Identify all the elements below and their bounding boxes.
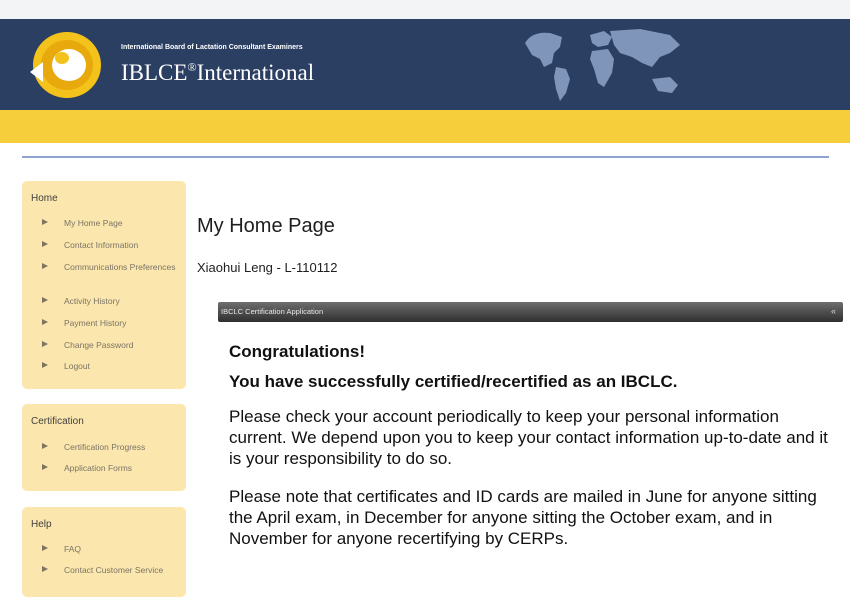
sidebar-item-label: Communications Preferences — [64, 262, 176, 272]
sidebar-item-logout[interactable]: Logout — [42, 360, 182, 372]
triangle-bullet-icon — [42, 362, 48, 368]
sidebar-section-title: Help — [31, 519, 52, 530]
sidebar-item-my-home-page[interactable]: My Home Page — [42, 217, 182, 229]
sidebar-item-label: Contact Information — [64, 240, 139, 250]
triangle-bullet-icon — [42, 341, 48, 347]
sidebar-item-label: Change Password — [64, 340, 134, 350]
triangle-bullet-icon — [42, 443, 48, 449]
sidebar-panel-home: Home My Home Page Contact Information Co… — [22, 181, 186, 389]
user-name-and-id: Xiaohui Leng - L-110112 — [197, 260, 338, 275]
triangle-bullet-icon — [42, 241, 48, 247]
sidebar-item-change-password[interactable]: Change Password — [42, 339, 182, 351]
collapse-icon[interactable]: « — [831, 306, 836, 316]
account-info-paragraph: Please check your account periodically t… — [229, 407, 828, 468]
sidebar-item-contact-customer-service[interactable]: Contact Customer Service — [42, 564, 182, 576]
application-panel-header: IBCLC Certification Application « — [218, 302, 843, 322]
sidebar-item-label: Application Forms — [64, 463, 133, 473]
registered-mark: ® — [187, 60, 197, 74]
sidebar-item-label: Payment History — [64, 318, 127, 328]
accent-band — [0, 110, 850, 143]
brand-title: IBLCE®International — [121, 60, 314, 86]
certification-status-message: You have successfully certified/recertif… — [229, 372, 678, 391]
sidebar-item-certification-progress[interactable]: Certification Progress — [42, 441, 182, 453]
sidebar-item-label: Certification Progress — [64, 442, 146, 452]
sidebar-section-title: Certification — [31, 416, 84, 427]
sidebar-item-label: Contact Customer Service — [64, 565, 164, 575]
site-header: International Board of Lactation Consult… — [0, 19, 850, 110]
organization-name: International Board of Lactation Consult… — [121, 44, 303, 51]
brand-name: IBLCE — [121, 60, 188, 85]
sidebar-item-contact-information[interactable]: Contact Information — [42, 239, 182, 251]
sidebar-item-communications-preferences[interactable]: Communications Preferences — [42, 261, 182, 273]
triangle-bullet-icon — [42, 263, 48, 269]
triangle-bullet-icon — [42, 297, 48, 303]
sidebar-item-label: FAQ — [64, 544, 82, 554]
browser-top-strip — [0, 0, 850, 19]
triangle-bullet-icon — [42, 566, 48, 572]
sidebar-item-application-forms[interactable]: Application Forms — [42, 462, 182, 474]
sidebar-panel-certification: Certification Certification Progress App… — [22, 404, 186, 491]
brand-suffix: International — [196, 60, 315, 85]
mailing-info-paragraph: Please note that certificates and ID car… — [229, 487, 817, 548]
page-title: My Home Page — [197, 215, 335, 237]
application-panel-title: IBCLC Certification Application — [221, 307, 324, 316]
sidebar-section-title: Home — [31, 193, 58, 204]
sidebar-item-payment-history[interactable]: Payment History — [42, 317, 182, 329]
world-map-icon — [525, 29, 680, 101]
triangle-bullet-icon — [42, 219, 48, 225]
divider — [22, 156, 829, 158]
sidebar-item-label: Logout — [64, 361, 90, 371]
iblce-logo-icon[interactable] — [20, 27, 112, 103]
sidebar-item-faq[interactable]: FAQ — [42, 543, 182, 555]
triangle-bullet-icon — [42, 319, 48, 325]
triangle-bullet-icon — [42, 464, 48, 470]
sidebar-item-label: My Home Page — [64, 218, 123, 228]
sidebar-item-label: Activity History — [64, 296, 120, 306]
sidebar-item-activity-history[interactable]: Activity History — [42, 295, 182, 307]
triangle-bullet-icon — [42, 545, 48, 551]
congratulations-heading: Congratulations! — [229, 342, 365, 361]
sidebar-panel-help: Help FAQ Contact Customer Service — [22, 507, 186, 597]
